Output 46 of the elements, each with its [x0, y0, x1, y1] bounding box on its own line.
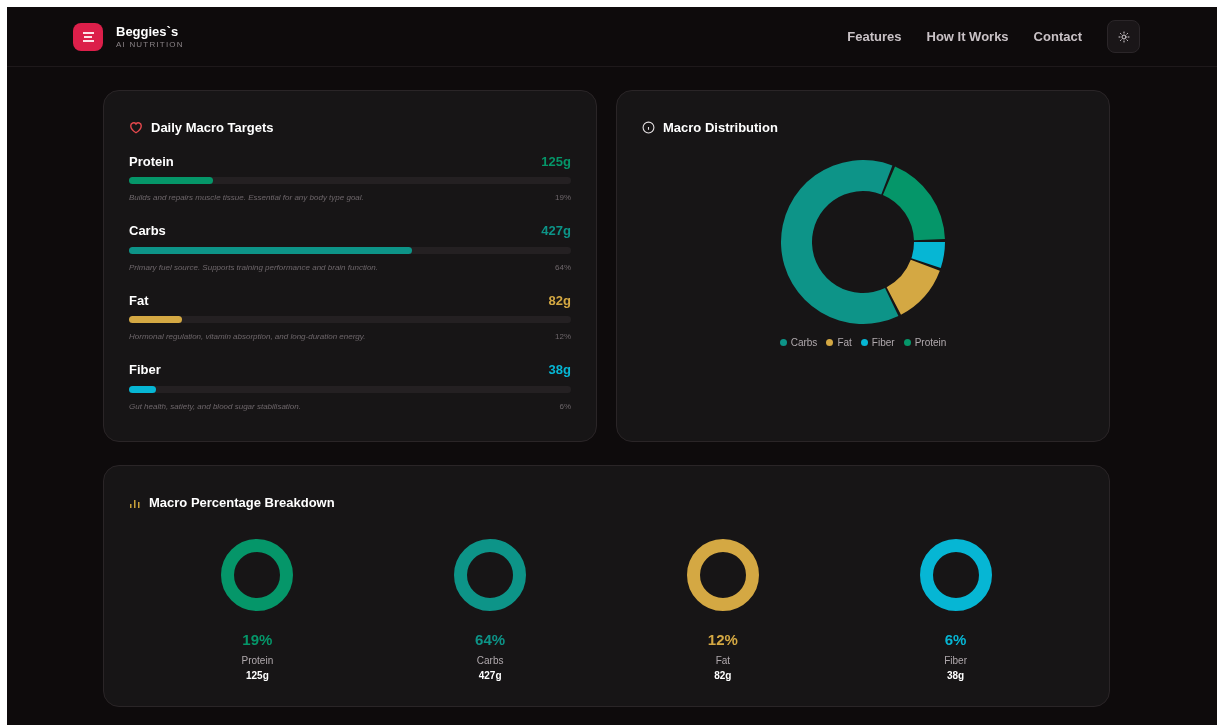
macro-amount: 427g — [541, 222, 571, 240]
macro-name: Protein — [129, 152, 174, 171]
nav-link[interactable]: Contact — [1033, 26, 1082, 47]
logo-icon — [73, 22, 103, 51]
macro-name: Fiber — [129, 361, 161, 379]
breakdown-percent: 64% — [475, 629, 506, 650]
nav-link[interactable]: How It Works — [926, 26, 1009, 47]
macro-description: Primary fuel source. Supports training performance and brain function. — [129, 261, 378, 274]
macro-amount: 82g — [548, 291, 571, 310]
card-title: Macro Distribution — [663, 119, 778, 137]
breakdown-percent: 19% — [242, 629, 273, 650]
breakdown-name: Fiber — [944, 654, 967, 668]
breakdown-percent: 6% — [944, 629, 967, 650]
breakdown-name: Fat — [715, 654, 731, 668]
info-icon — [642, 121, 655, 135]
brand-name: Beggies`s — [116, 24, 180, 38]
macro-description: Gut health, satiety, and blood sugar stabilisation. — [129, 400, 301, 413]
bar-chart-icon — [129, 497, 141, 508]
card-title: Daily Macro Targets — [151, 119, 274, 137]
macro-description: Builds and repairs muscle tissue. Essential for any body type goal. — [129, 192, 364, 204]
macro-percent: 6% — [559, 400, 571, 413]
card-title: Macro Percentage Breakdown — [149, 494, 335, 512]
breakdown-percent: 12% — [707, 629, 738, 650]
sun-icon — [1117, 30, 1130, 43]
breakdown-amount: 82g — [714, 669, 732, 683]
theme-toggle-button[interactable] — [1107, 20, 1140, 53]
macro-amount: 38g — [548, 361, 571, 379]
macro-amount: 125g — [541, 152, 571, 171]
legend-label: Fat — [837, 335, 852, 350]
breakdown-amount: 427g — [478, 669, 502, 683]
legend-label: Fiber — [871, 335, 895, 350]
nav-link[interactable]: Features — [847, 26, 902, 47]
breakdown-amount: 38g — [947, 669, 965, 683]
macro-name: Fat — [129, 291, 149, 310]
breakdown-name: Carbs — [476, 654, 504, 668]
legend-label: Carbs — [790, 335, 818, 350]
legend-label: Protein — [914, 335, 947, 350]
macro-description: Hormonal regulation, vitamin absorption, and long-duration energy. — [129, 331, 366, 343]
macro-name: Carbs — [129, 222, 166, 240]
breakdown-name: Protein — [241, 654, 274, 668]
macro-percent: 19% — [555, 192, 571, 204]
brand-tagline: AI NUTRITION — [116, 40, 184, 49]
macro-percent: 12% — [555, 331, 571, 343]
heart-icon — [129, 121, 143, 135]
breakdown-amount: 125g — [245, 669, 269, 683]
macro-percent: 64% — [555, 261, 571, 274]
